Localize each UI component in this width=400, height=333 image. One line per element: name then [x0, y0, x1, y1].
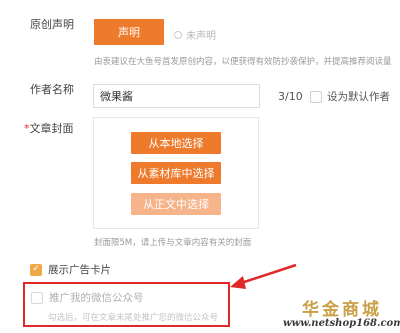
watermark-url: www.netshop168.com [283, 318, 400, 329]
watermark-title: 华金商城 [302, 300, 382, 320]
annotation-arrow-icon [230, 263, 297, 289]
